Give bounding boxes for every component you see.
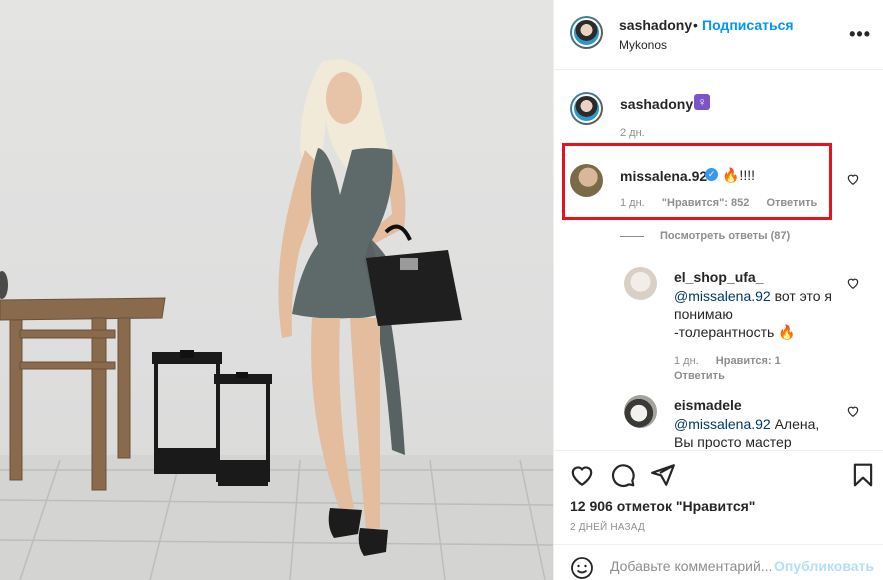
reply-item: eismadele @missalena.92 Алена, Вы просто… bbox=[554, 389, 883, 449]
reply-like-heart-icon[interactable] bbox=[846, 404, 860, 418]
reply-meta: 1 дн. Нравится: 1 bbox=[674, 355, 795, 367]
view-replies-button[interactable]: Посмотреть ответы (87) bbox=[620, 230, 790, 242]
caption: sashadony ♀ 2 дн. bbox=[554, 71, 883, 141]
save-bookmark-icon[interactable] bbox=[850, 462, 876, 488]
reply-username[interactable]: eismadele bbox=[674, 397, 742, 413]
post-side-panel: sashadony • Подписаться Mykonos ••• sash… bbox=[553, 0, 883, 580]
comment-icon[interactable] bbox=[610, 462, 636, 488]
follow-button[interactable]: Подписаться bbox=[702, 17, 794, 33]
author-username[interactable]: sashadony bbox=[619, 17, 692, 33]
reply-username[interactable]: el_shop_ufa_ bbox=[674, 269, 763, 285]
comment-username[interactable]: missalena.92 bbox=[620, 168, 707, 184]
reply-like-heart-icon[interactable] bbox=[846, 276, 860, 290]
reply-avatar[interactable] bbox=[624, 395, 657, 428]
separator-dot: • bbox=[693, 17, 698, 33]
comment-text: 🔥!!!! bbox=[722, 167, 755, 183]
reply-text: @missalena.92 Алена, Вы просто мастер bbox=[674, 415, 844, 449]
post-image bbox=[0, 59, 553, 580]
share-icon[interactable] bbox=[650, 462, 676, 488]
more-options-icon[interactable]: ••• bbox=[849, 24, 871, 45]
publish-button[interactable]: Опубликовать bbox=[774, 558, 874, 574]
author-avatar[interactable] bbox=[570, 16, 603, 49]
comment-likes[interactable]: "Нравится": 852 bbox=[662, 197, 750, 209]
reply-item: el_shop_ufa_ @missalena.92 вот это я пон… bbox=[554, 261, 883, 382]
like-heart-icon[interactable] bbox=[569, 462, 595, 488]
caption-time[interactable]: 2 дн. bbox=[620, 127, 645, 139]
reply-avatar[interactable] bbox=[624, 267, 657, 300]
reply-time[interactable]: 1 дн. bbox=[674, 355, 699, 367]
reply-text-line-1: вот это я bbox=[770, 288, 833, 304]
reply-text-line-1: Алена, bbox=[770, 416, 820, 432]
reply-text-line-2: Вы просто мастер bbox=[674, 434, 792, 449]
caption-author-avatar[interactable] bbox=[570, 92, 603, 125]
post-location[interactable]: Mykonos bbox=[619, 38, 667, 52]
caption-author-username[interactable]: sashadony bbox=[620, 96, 693, 112]
reply-text: @missalena.92 вот это я понимаю -толеран… bbox=[674, 287, 844, 341]
comment-input[interactable]: Добавьте комментарий... bbox=[610, 558, 772, 574]
comment-item: missalena.92 ✓ 🔥!!!! 1 дн. "Нравится": 8… bbox=[554, 151, 883, 221]
reply-mention[interactable]: @missalena.92 bbox=[674, 288, 771, 304]
comments-list[interactable]: sashadony ♀ 2 дн. missalena.92 ✓ 🔥!!!! 1… bbox=[554, 71, 883, 449]
comment-meta: 1 дн. "Нравится": 852 Ответить bbox=[620, 197, 831, 209]
reply-mention[interactable]: @missalena.92 bbox=[674, 416, 771, 432]
post-date[interactable]: 2 ДНЕЙ НАЗАД bbox=[570, 522, 645, 533]
reply-text-line-2: понимаю bbox=[674, 306, 733, 322]
replies-divider-line bbox=[620, 235, 644, 237]
reply-text-line-3: -толерантность 🔥 bbox=[674, 324, 796, 340]
reply-button[interactable]: Ответить bbox=[766, 197, 817, 209]
verified-badge-icon: ✓ bbox=[705, 168, 718, 181]
post-photo[interactable] bbox=[0, 0, 553, 580]
comment-avatar[interactable] bbox=[570, 164, 603, 197]
post-header: sashadony • Подписаться Mykonos ••• bbox=[554, 0, 883, 70]
post-actions: 12 906 отметок "Нравится" 2 ДНЕЙ НАЗАД Д… bbox=[554, 450, 883, 580]
view-replies-label: Посмотреть ответы (87) bbox=[660, 230, 791, 242]
reply-likes[interactable]: Нравится: 1 bbox=[716, 355, 781, 367]
reply-reply-button[interactable]: Ответить bbox=[674, 370, 725, 382]
comment-time[interactable]: 1 дн. bbox=[620, 197, 645, 209]
caption-emoji: ♀ bbox=[694, 94, 710, 110]
comment-like-heart-icon[interactable] bbox=[846, 172, 860, 186]
add-comment-bar: Добавьте комментарий... Опубликовать bbox=[554, 544, 883, 580]
emoji-icon[interactable] bbox=[570, 556, 594, 580]
likes-count[interactable]: 12 906 отметок "Нравится" bbox=[570, 498, 755, 514]
